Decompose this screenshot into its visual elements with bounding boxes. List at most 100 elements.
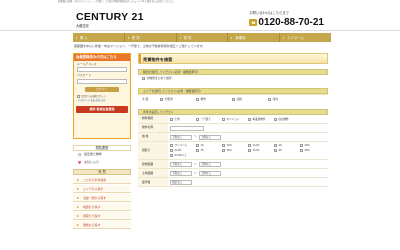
range-separator: 〜 bbox=[194, 134, 197, 139]
layout-checkbox[interactable] bbox=[248, 149, 251, 153]
buy-menu-item[interactable]: 沿線・駅から探す bbox=[73, 194, 131, 203]
layout-option[interactable]: 4K bbox=[274, 149, 300, 153]
type-option[interactable]: 事業用物件 bbox=[248, 118, 274, 121]
land-area-max-select[interactable]: 上限なし bbox=[198, 170, 221, 176]
layout-checkbox[interactable] bbox=[274, 149, 277, 153]
form-row-layout: 間取り ワンルーム 1K 1DK 1LDK 2K 2DK 2LDK 3K 3DK… bbox=[138, 142, 328, 161]
area-option[interactable]: 堺市 bbox=[196, 96, 232, 101]
main-content: 売買物件を検索 種別を選択してください(必須・複数選択可) 全種別まとめて検索 … bbox=[138, 53, 328, 188]
type-option[interactable]: 土地 bbox=[170, 118, 196, 121]
nav-buy[interactable]: 購 入 bbox=[73, 33, 124, 42]
area-option[interactable]: 北摂 bbox=[232, 97, 268, 101]
buy-menu-item[interactable]: こだわり条件検索 bbox=[73, 176, 131, 185]
remember-checkbox[interactable] bbox=[77, 94, 80, 98]
remember-label: 次回から自動ログイン bbox=[81, 94, 107, 98]
buy-menu-item[interactable]: 価格から探す bbox=[73, 221, 131, 230]
layout-option[interactable]: 2K bbox=[274, 144, 300, 148]
forgot-password-link[interactable]: パスワードをお忘れの方 bbox=[78, 99, 130, 102]
phone-row[interactable]: ☎ 0120-88-70-21 bbox=[249, 17, 324, 29]
layout-option[interactable]: 4DK bbox=[300, 149, 326, 153]
area-option-label: 堺市 bbox=[200, 96, 207, 101]
form-row-name: 物件名称 bbox=[138, 124, 328, 134]
area-option-label: 大阪市 bbox=[164, 96, 173, 101]
layout-option[interactable]: 3K bbox=[196, 149, 222, 153]
type-option-label: 土地 bbox=[174, 117, 180, 121]
type-checkbox[interactable] bbox=[274, 117, 277, 121]
history-recent[interactable]: ◷ 最近見た物件 bbox=[73, 151, 131, 159]
nav-rent[interactable]: 賃 貸 bbox=[175, 33, 228, 42]
phone-number: 0120-88-70-21 bbox=[258, 16, 324, 28]
property-name-input[interactable] bbox=[170, 125, 204, 131]
layout-option[interactable]: 3DK bbox=[222, 149, 248, 153]
land-area-min-select[interactable]: 下限なし bbox=[170, 170, 192, 176]
layout-option[interactable]: 2LDK bbox=[170, 149, 196, 153]
layout-option[interactable]: 2DK bbox=[300, 144, 326, 148]
email-field[interactable] bbox=[77, 67, 127, 73]
layout-checkbox[interactable] bbox=[196, 149, 199, 153]
remember-row[interactable]: 次回から自動ログイン bbox=[77, 94, 130, 98]
building-area-max-select[interactable]: 上限なし bbox=[198, 161, 221, 167]
buy-menu-item[interactable]: 間取りで探す bbox=[73, 212, 131, 221]
area-label: 大 阪 bbox=[142, 96, 149, 101]
layout-checkbox[interactable] bbox=[170, 149, 173, 153]
area-checkbox[interactable] bbox=[268, 97, 271, 101]
nav-sell[interactable]: 売 却 bbox=[123, 33, 176, 42]
type-checkbox[interactable] bbox=[248, 117, 251, 121]
form-row-age: 築年数 指定なし bbox=[138, 178, 328, 188]
site-logo[interactable]: CENTURY 21 大蔵住宅 bbox=[76, 11, 156, 29]
register-button[interactable]: 無料 新規会員登録 bbox=[76, 106, 128, 114]
layout-option[interactable]: 1LDK bbox=[248, 144, 274, 148]
type-checkbox[interactable] bbox=[196, 117, 199, 121]
layout-option[interactable]: 4LDK以上 bbox=[170, 154, 196, 158]
layout-checkbox[interactable] bbox=[300, 144, 303, 148]
layout-checkbox[interactable] bbox=[170, 144, 173, 148]
layout-option[interactable]: 1DK bbox=[222, 144, 248, 148]
layout-checkbox[interactable] bbox=[222, 144, 225, 148]
login-button[interactable]: ログイン bbox=[85, 86, 119, 92]
layout-checkbox[interactable] bbox=[170, 154, 173, 158]
logo-brand: CENTURY 21 bbox=[76, 11, 144, 23]
layout-option[interactable]: 1K bbox=[196, 144, 222, 148]
layout-option[interactable]: ワンルーム bbox=[170, 144, 196, 148]
layout-checkbox[interactable] bbox=[222, 149, 225, 153]
form-body: 指定なし bbox=[168, 179, 328, 186]
page-title: 売買物件を検索 bbox=[143, 57, 173, 62]
layout-option-label: 1K bbox=[200, 144, 204, 148]
price-min-select[interactable]: 下限なし bbox=[170, 134, 192, 140]
layout-option[interactable]: 3LDK bbox=[248, 149, 274, 153]
nav-reform[interactable]: リフォーム bbox=[279, 33, 331, 42]
layout-option-label: 3K bbox=[200, 149, 204, 153]
area-option[interactable]: 大阪市 bbox=[160, 96, 196, 101]
type-option[interactable]: 一戸建て bbox=[196, 118, 222, 121]
type-option-label: 収益物件 bbox=[278, 117, 289, 121]
area-checkbox[interactable] bbox=[160, 97, 163, 101]
all-types-checkbox[interactable] bbox=[142, 77, 145, 81]
area-option[interactable]: 河内 bbox=[268, 97, 304, 101]
layout-checkbox[interactable] bbox=[248, 144, 251, 148]
buy-menu-item[interactable]: エリアから探す bbox=[73, 185, 131, 194]
layout-checkbox[interactable] bbox=[274, 144, 277, 148]
history-favorites[interactable]: ♥ お気に入り bbox=[73, 159, 131, 167]
type-checkbox[interactable] bbox=[170, 117, 173, 121]
buy-menu-item[interactable]: 地図から探す bbox=[73, 203, 131, 212]
type-checkbox[interactable] bbox=[222, 117, 225, 121]
type-option[interactable]: 収益物件 bbox=[274, 118, 300, 121]
area-checkbox[interactable] bbox=[196, 97, 199, 101]
form-body bbox=[168, 125, 328, 132]
area-checkbox[interactable] bbox=[232, 97, 235, 101]
nav-business[interactable]: 事業用 bbox=[227, 33, 279, 42]
layout-checkbox[interactable] bbox=[196, 144, 199, 148]
price-max-select[interactable]: 上限なし bbox=[198, 134, 221, 140]
layout-option-label: 2LDK bbox=[174, 149, 182, 153]
age-select[interactable]: 指定なし bbox=[170, 179, 192, 185]
layout-checkbox[interactable] bbox=[300, 149, 303, 153]
type-option[interactable]: マンション bbox=[222, 118, 248, 121]
all-types-option[interactable]: 全種別まとめて検索 bbox=[138, 75, 328, 83]
password-field[interactable] bbox=[77, 78, 127, 84]
tagline: 首都圏を中心に新築・中古マンション、一戸建て、土地の不動産情報を幅広くご紹介して… bbox=[74, 44, 206, 48]
range-separator: 〜 bbox=[194, 161, 197, 166]
building-area-min-select[interactable]: 下限なし bbox=[170, 161, 192, 167]
form-row-land-area: 土地面積 下限なし 〜 上限なし bbox=[138, 169, 328, 179]
area-row: 大 阪 大阪市 堺市 北摂 河内 bbox=[138, 93, 328, 104]
form-body: 下限なし 〜 上限なし bbox=[168, 134, 328, 141]
